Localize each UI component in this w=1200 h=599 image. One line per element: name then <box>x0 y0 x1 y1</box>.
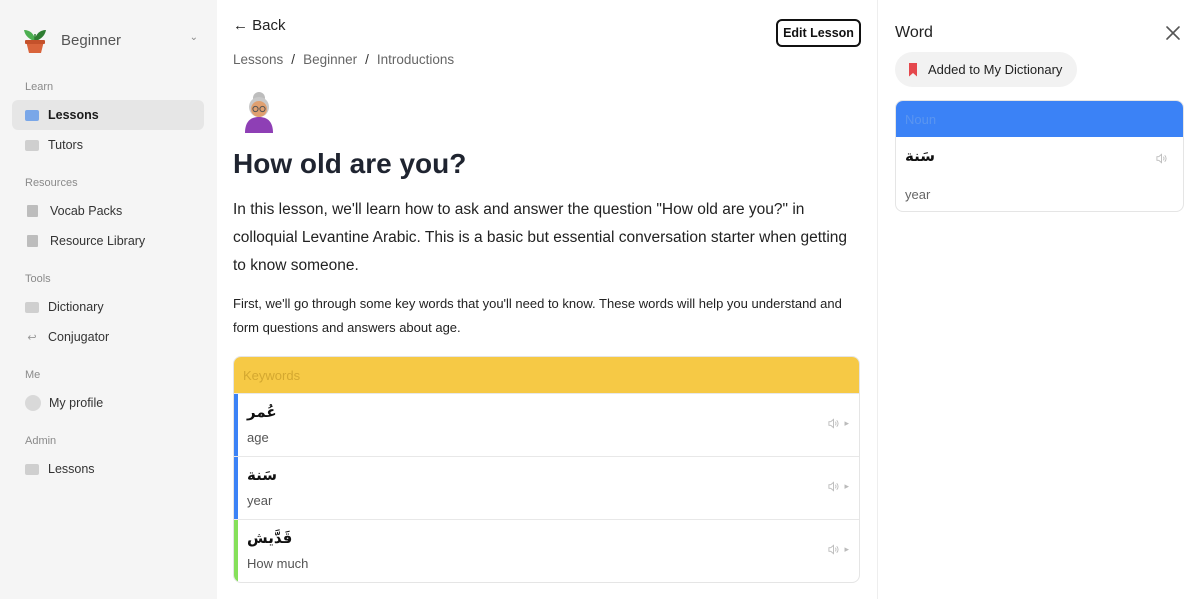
keyword-color-bar <box>234 457 238 519</box>
sidebar-item-label: Vocab Packs <box>50 204 123 218</box>
sidebar-item-label: My profile <box>49 396 104 410</box>
keywords-header: Keywords <box>234 357 859 393</box>
sidebar-item-lessons[interactable]: Lessons <box>12 100 204 130</box>
added-to-dictionary-label: Added to My Dictionary <box>928 62 1063 77</box>
page-title: How old are you? <box>233 148 467 179</box>
word-card: Noun سَنة year <box>895 100 1184 212</box>
breadcrumb-separator: / <box>365 52 369 67</box>
newspaper-icon <box>25 301 39 313</box>
added-to-dictionary-button[interactable]: Added to My Dictionary <box>895 52 1078 87</box>
sidebar-item-label: Lessons <box>48 462 95 476</box>
word-arabic: سَنة <box>905 147 935 165</box>
breadcrumb-separator: / <box>291 52 296 67</box>
play-audio-button[interactable]: ▸ <box>828 544 849 555</box>
plant-logo-icon <box>24 30 46 53</box>
word-english: year <box>905 187 931 202</box>
keyword-color-bar <box>234 394 238 456</box>
sidebar-item-vocab-packs[interactable]: Vocab Packs <box>12 196 204 226</box>
keyword-english: year <box>247 493 273 508</box>
chevron-down-icon: ⌄ <box>189 32 198 43</box>
keyword-row[interactable]: سَنة year ▸ <box>234 456 859 519</box>
word-panel: Word Added to My Dictionary Noun سَنة ye… <box>877 0 1200 599</box>
breadcrumb-item-introductions[interactable]: Introductions <box>377 52 454 67</box>
book-icon <box>27 205 38 217</box>
sidebar-item-dictionary[interactable]: Dictionary <box>12 292 204 322</box>
play-audio-button[interactable] <box>1156 151 1167 169</box>
keywords-card: Keywords عُمر age ▸ سَنة year ▸ قَدَّيش … <box>233 356 860 583</box>
keyword-color-bar <box>234 520 238 582</box>
keyword-arabic: سَنة <box>247 466 277 484</box>
section-title-resources: Resources <box>25 177 78 189</box>
sidebar: Beginner ⌄ Learn Lessons Tutors Resource… <box>0 0 217 599</box>
play-audio-button[interactable]: ▸ <box>828 481 849 492</box>
level-selector-label: Beginner <box>61 31 122 49</box>
breadcrumb: Lessons / Beginner / Introductions <box>233 52 454 67</box>
newspaper-icon <box>25 139 39 151</box>
sidebar-item-label: Dictionary <box>48 300 104 314</box>
lesson-intro-secondary: First, we'll go through some key words t… <box>233 296 842 335</box>
breadcrumb-item-beginner[interactable]: Beginner <box>303 52 357 67</box>
arrow-back-icon: ↩ <box>27 331 37 344</box>
newspaper-icon <box>25 463 39 475</box>
edit-lesson-button[interactable]: Edit Lesson <box>776 19 861 47</box>
speaker-icon <box>828 544 840 555</box>
sidebar-item-label: Lessons <box>48 108 99 122</box>
play-icon: ▸ <box>844 418 849 428</box>
sidebar-item-tutors[interactable]: Tutors <box>12 130 204 160</box>
level-selector[interactable]: Beginner ⌄ <box>22 26 198 54</box>
sidebar-item-conjugator[interactable]: ↩ Conjugator <box>12 322 204 352</box>
sidebar-item-label: Resource Library <box>50 234 146 248</box>
play-icon: ▸ <box>844 481 849 491</box>
keyword-arabic: عُمر <box>247 403 277 421</box>
panel-title: Word <box>895 24 933 41</box>
bookmark-icon <box>909 62 917 77</box>
sidebar-item-label: Tutors <box>48 138 83 152</box>
lesson-intro: In this lesson, we'll learn how to ask a… <box>233 201 848 274</box>
sidebar-item-my-profile[interactable]: My profile <box>12 388 204 418</box>
sidebar-item-label: Conjugator <box>48 330 110 344</box>
avatar-icon <box>25 395 41 411</box>
speaker-icon <box>1156 153 1167 164</box>
newspaper-icon <box>25 109 39 121</box>
keyword-english: age <box>247 430 269 445</box>
play-icon: ▸ <box>844 544 849 554</box>
keyword-row[interactable]: قَدَّيش How much ▸ <box>234 519 859 582</box>
keyword-english: How much <box>247 556 309 571</box>
speaker-icon <box>828 418 840 429</box>
keyword-arabic: قَدَّيش <box>247 529 293 547</box>
sidebar-item-admin-lessons[interactable]: Lessons <box>12 454 204 484</box>
keyword-row[interactable]: عُمر age ▸ <box>234 393 859 456</box>
breadcrumb-item-lessons[interactable]: Lessons <box>233 52 283 67</box>
old-woman-emoji-icon <box>245 92 273 133</box>
arrow-left-icon: ← <box>233 17 248 34</box>
sidebar-item-resource-library[interactable]: Resource Library <box>12 226 204 256</box>
section-title-learn: Learn <box>25 81 54 93</box>
book-icon <box>27 235 38 247</box>
section-title-me: Me <box>25 369 41 381</box>
section-title-admin: Admin <box>25 435 57 447</box>
section-title-tools: Tools <box>25 273 51 285</box>
back-label: Back <box>252 17 286 34</box>
play-audio-button[interactable]: ▸ <box>828 418 849 429</box>
part-of-speech-header: Noun <box>896 101 1183 137</box>
back-button[interactable]: ← Back <box>233 17 286 34</box>
close-icon[interactable] <box>1164 24 1182 42</box>
speaker-icon <box>828 481 840 492</box>
